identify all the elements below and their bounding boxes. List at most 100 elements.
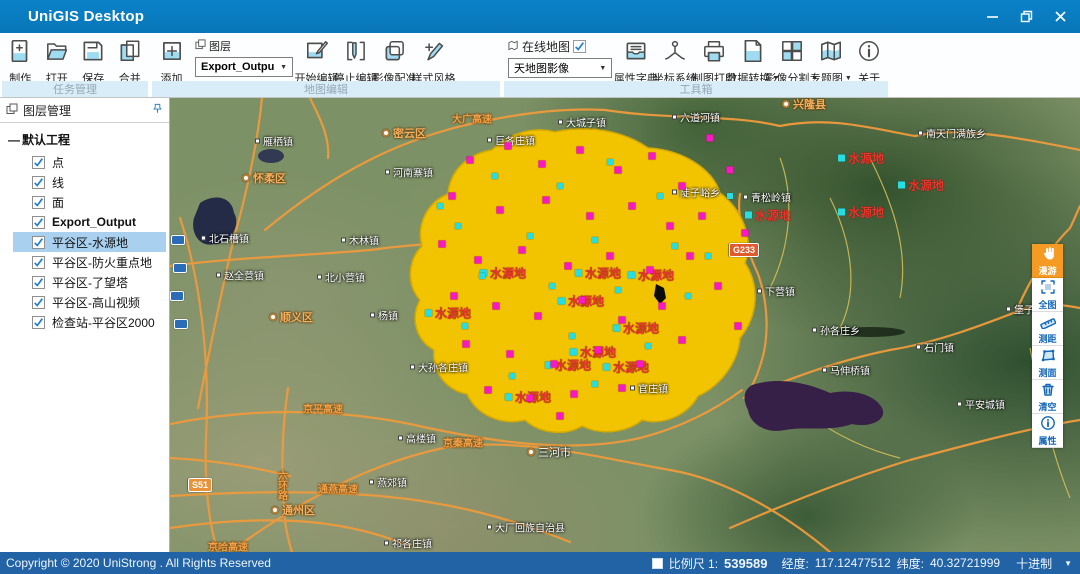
road-shield-S51: S51 <box>188 478 212 492</box>
ribbon-button-保存[interactable]: 保存 <box>75 35 112 86</box>
doc-new-icon <box>7 38 33 69</box>
map-label-青松岭镇: 青松岭镇 <box>743 190 791 205</box>
layer-checkbox[interactable] <box>32 276 45 289</box>
fire-point-marker <box>637 361 644 368</box>
layer-row-平谷区-水源地[interactable]: 平谷区-水源地 <box>0 232 169 252</box>
map-tool-测距[interactable]: 测距 <box>1032 312 1063 346</box>
style-icon <box>421 38 447 69</box>
map-label-六道河镇: 六道河镇 <box>672 110 720 125</box>
map-tool-测面[interactable]: 测面 <box>1032 346 1063 380</box>
app-title: UniGIS Desktop <box>28 8 144 25</box>
ribbon-button-属性字典[interactable]: 属性字典 <box>616 35 655 86</box>
water-point-marker <box>607 159 613 165</box>
latitude-value: 40.32721999 <box>930 556 1000 570</box>
online-map-checkbox[interactable] <box>573 40 586 53</box>
ribbon-button-停止编辑[interactable]: 停止编辑 <box>336 35 375 86</box>
layer-row-点[interactable]: 点 <box>0 152 169 172</box>
dict-icon <box>623 38 649 69</box>
ribbon-button-坐标系统[interactable]: 坐标系统 <box>655 35 694 86</box>
ribbon-button-添加[interactable]: 添加 <box>152 35 191 86</box>
layer-row-检查站-平谷区2000[interactable]: 检查站-平谷区2000 <box>0 312 169 332</box>
layer-row-平谷区-防火重点地[interactable]: 平谷区-防火重点地 <box>0 252 169 272</box>
project-root[interactable]: —默认工程 <box>0 123 169 152</box>
ribbon-button-开始编辑[interactable]: 开始编辑 <box>297 35 336 86</box>
map-tool-漫游[interactable]: 漫游 <box>1032 244 1063 278</box>
ribbon-button-影像配准[interactable]: 影像配准 <box>375 35 414 86</box>
water-source-label: 水源地 <box>570 344 616 361</box>
restore-icon[interactable] <box>1016 7 1036 27</box>
map-label-燕郊镇: 燕郊镇 <box>369 475 407 490</box>
fire-point-marker <box>659 303 666 310</box>
water-source-label: 水源地 <box>425 305 471 322</box>
map-label-通燕高速: 通燕高速 <box>318 481 358 496</box>
layer-row-平谷区-高山视频[interactable]: 平谷区-高山视频 <box>0 292 169 312</box>
close-icon[interactable] <box>1050 7 1070 27</box>
fire-point-marker <box>742 230 749 237</box>
layer-checkbox[interactable] <box>32 316 45 329</box>
layers-icon <box>6 103 18 118</box>
water-point-marker <box>569 333 575 339</box>
extent-icon <box>1040 279 1056 300</box>
water-point-marker <box>455 223 461 229</box>
layer-checkbox[interactable] <box>32 256 45 269</box>
map-label-大孙各庄镇: 大孙各庄镇 <box>410 360 468 375</box>
ribbon-button-关于[interactable]: 关于 <box>850 35 888 86</box>
map-tool-属性[interactable]: 属性 <box>1032 414 1063 448</box>
fire-point-marker <box>587 213 594 220</box>
fire-point-marker <box>535 313 542 320</box>
add-box-icon <box>159 38 185 69</box>
ribbon-button-合并[interactable]: 合并 <box>112 35 149 86</box>
map-label-下营镇: 下营镇 <box>757 284 795 299</box>
ribbon-button-专题图[interactable]: 专题图▼ <box>811 35 850 86</box>
ribbon-button-打开[interactable]: 打开 <box>39 35 76 86</box>
layer-row-线[interactable]: 线 <box>0 172 169 192</box>
fire-point-marker <box>527 395 534 402</box>
fire-point-marker <box>595 347 602 354</box>
ribbon-button-制作[interactable]: 制作 <box>2 35 39 86</box>
layer-checkbox[interactable] <box>32 156 45 169</box>
layer-selector-dropdown[interactable]: Export_Outpu▼ <box>195 57 293 77</box>
pin-icon[interactable] <box>152 103 163 117</box>
convert-icon <box>740 38 766 69</box>
status-bar: Copyright © 2020 UniStrong . All Rights … <box>0 552 1080 574</box>
fire-point-marker <box>475 257 482 264</box>
map-viewport[interactable]: 雁栖镇怀柔区密云区河南寨镇大城子镇巨各庄镇大广高速六道河镇兴隆县南天门满族乡陡子… <box>170 98 1080 552</box>
layer-row-Export_Output[interactable]: Export_Output <box>0 212 169 232</box>
ribbon-button-样式风格[interactable]: 样式风格 <box>414 35 453 86</box>
save-icon <box>80 38 106 69</box>
water-source-label: 水源地 <box>838 150 884 167</box>
scale-tool-icon[interactable] <box>652 558 663 569</box>
layer-mini-icon <box>195 39 206 53</box>
layer-row-面[interactable]: 面 <box>0 192 169 212</box>
water-point-marker <box>705 253 711 259</box>
ribbon-group-label: 任务管理 <box>2 81 148 97</box>
water-point-marker <box>527 233 533 239</box>
water-point-marker <box>462 323 468 329</box>
coord-format[interactable]: 十进制 <box>1016 555 1052 572</box>
register-icon <box>382 38 408 69</box>
format-dropdown-icon[interactable]: ▼ <box>1064 559 1072 568</box>
layer-checkbox[interactable] <box>32 296 45 309</box>
about-icon <box>856 38 882 69</box>
fire-point-marker <box>707 135 714 142</box>
fire-point-marker <box>679 337 686 344</box>
clear-icon <box>1040 381 1056 402</box>
layer-checkbox[interactable] <box>32 196 45 209</box>
layer-row-平谷区-了望塔[interactable]: 平谷区-了望塔 <box>0 272 169 292</box>
layer-checkbox[interactable] <box>32 216 45 229</box>
basemap-dropdown[interactable]: 天地图影像▼ <box>508 58 612 78</box>
layer-checkbox[interactable] <box>32 236 45 249</box>
map-tool-清空[interactable]: 清空 <box>1032 380 1063 414</box>
fire-point-marker <box>647 267 654 274</box>
layer-checkbox[interactable] <box>32 176 45 189</box>
ribbon-button-影像分割[interactable]: 影像分割▼ <box>772 35 811 86</box>
online-map-icon <box>508 40 519 54</box>
layer-label: 面 <box>52 194 64 211</box>
road-shield-blue <box>170 291 184 301</box>
fire-point-marker <box>519 247 526 254</box>
map-tool-全图[interactable]: 全图 <box>1032 278 1063 312</box>
thematic-icon <box>818 38 844 69</box>
layer-label: 平谷区-高山视频 <box>52 294 140 311</box>
minimize-icon[interactable] <box>982 7 1002 27</box>
water-point-marker <box>672 243 678 249</box>
